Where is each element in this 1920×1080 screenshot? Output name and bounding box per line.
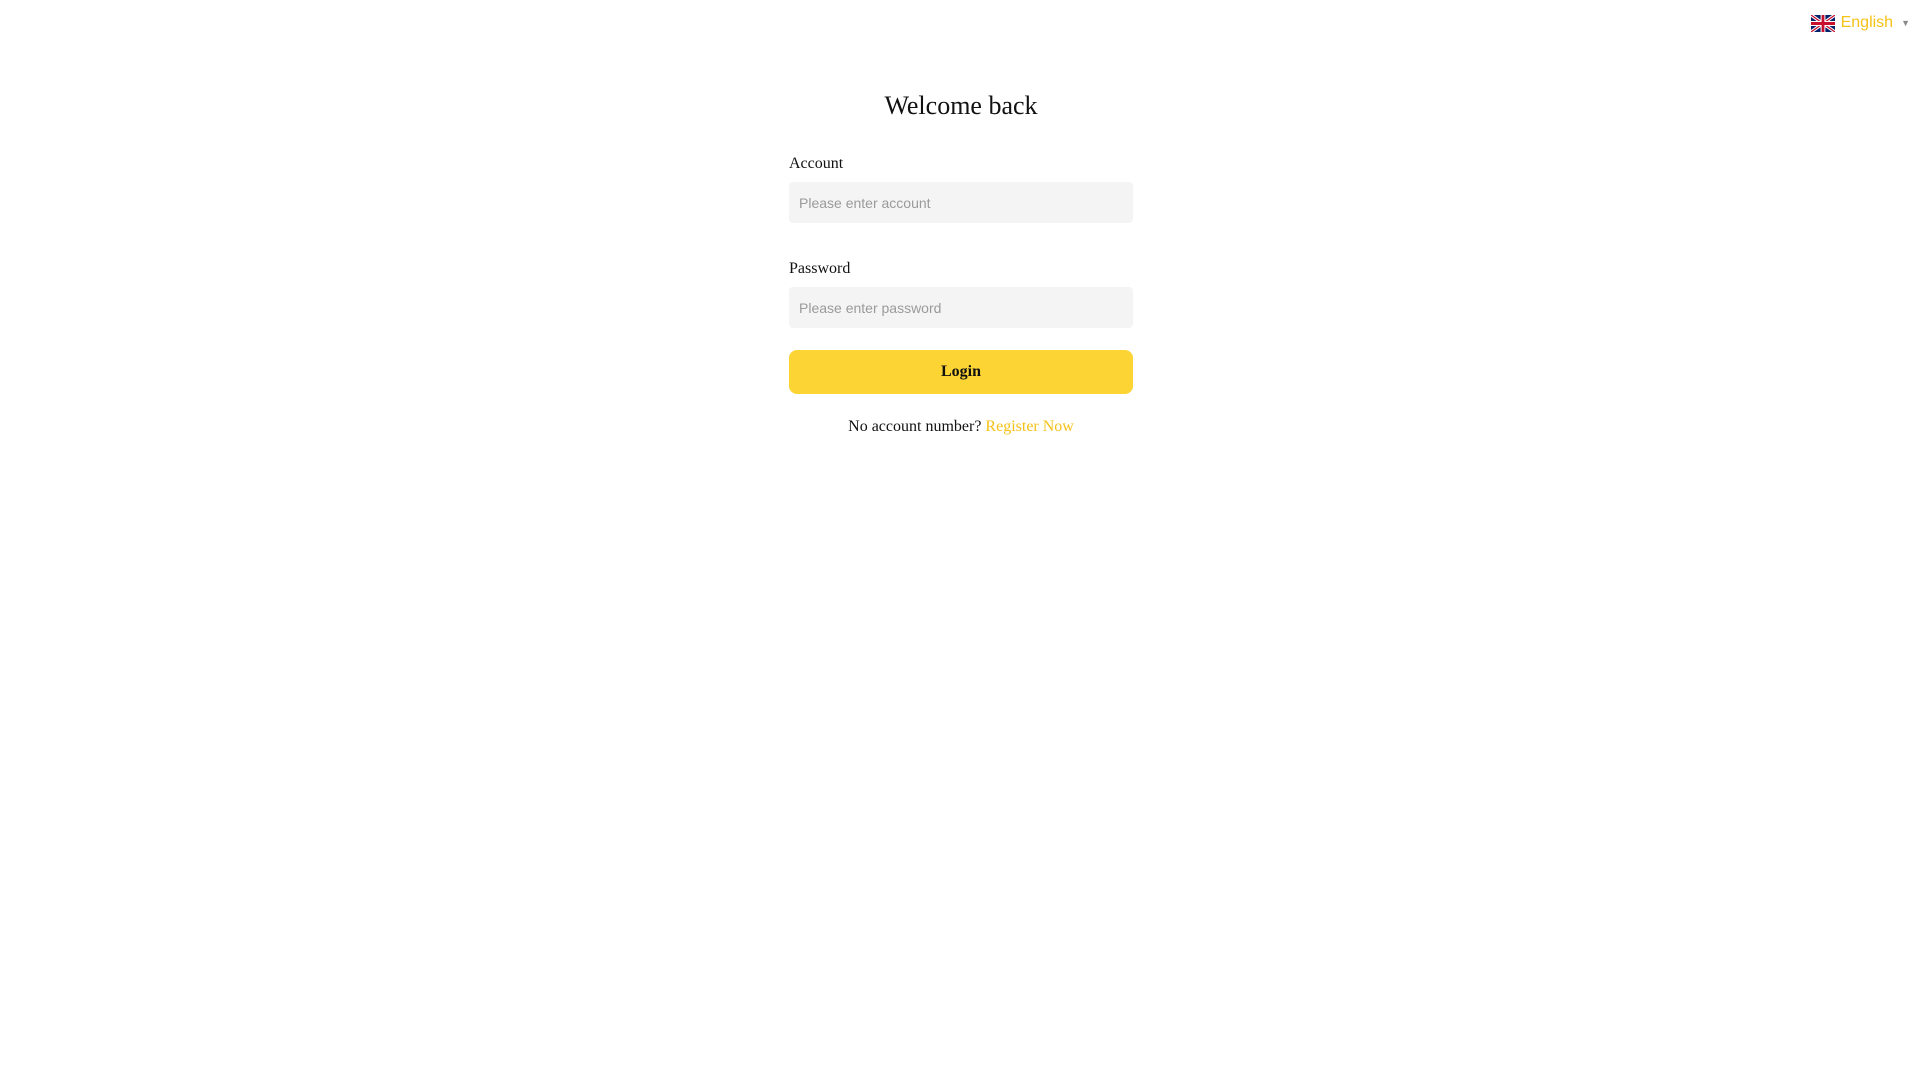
- password-input[interactable]: [789, 287, 1133, 328]
- register-now-link[interactable]: Register Now: [985, 418, 1073, 435]
- caret-down-icon: ▼: [1901, 18, 1910, 28]
- page-title: Welcome back: [884, 91, 1038, 120]
- login-button[interactable]: Login: [789, 350, 1133, 394]
- language-switcher[interactable]: English ▼: [1810, 14, 1910, 32]
- uk-flag-icon: [1810, 14, 1835, 32]
- account-input[interactable]: [789, 182, 1133, 223]
- login-form: Welcome back Account Password Login No a…: [789, 88, 1133, 436]
- register-prompt: No account number?: [848, 418, 982, 435]
- account-group: Account: [789, 154, 1133, 223]
- password-label: Password: [789, 260, 851, 277]
- password-group: Password: [789, 259, 1133, 328]
- language-label: English: [1840, 14, 1894, 31]
- account-label: Account: [789, 155, 844, 172]
- register-row: No account number? Register Now: [789, 418, 1133, 436]
